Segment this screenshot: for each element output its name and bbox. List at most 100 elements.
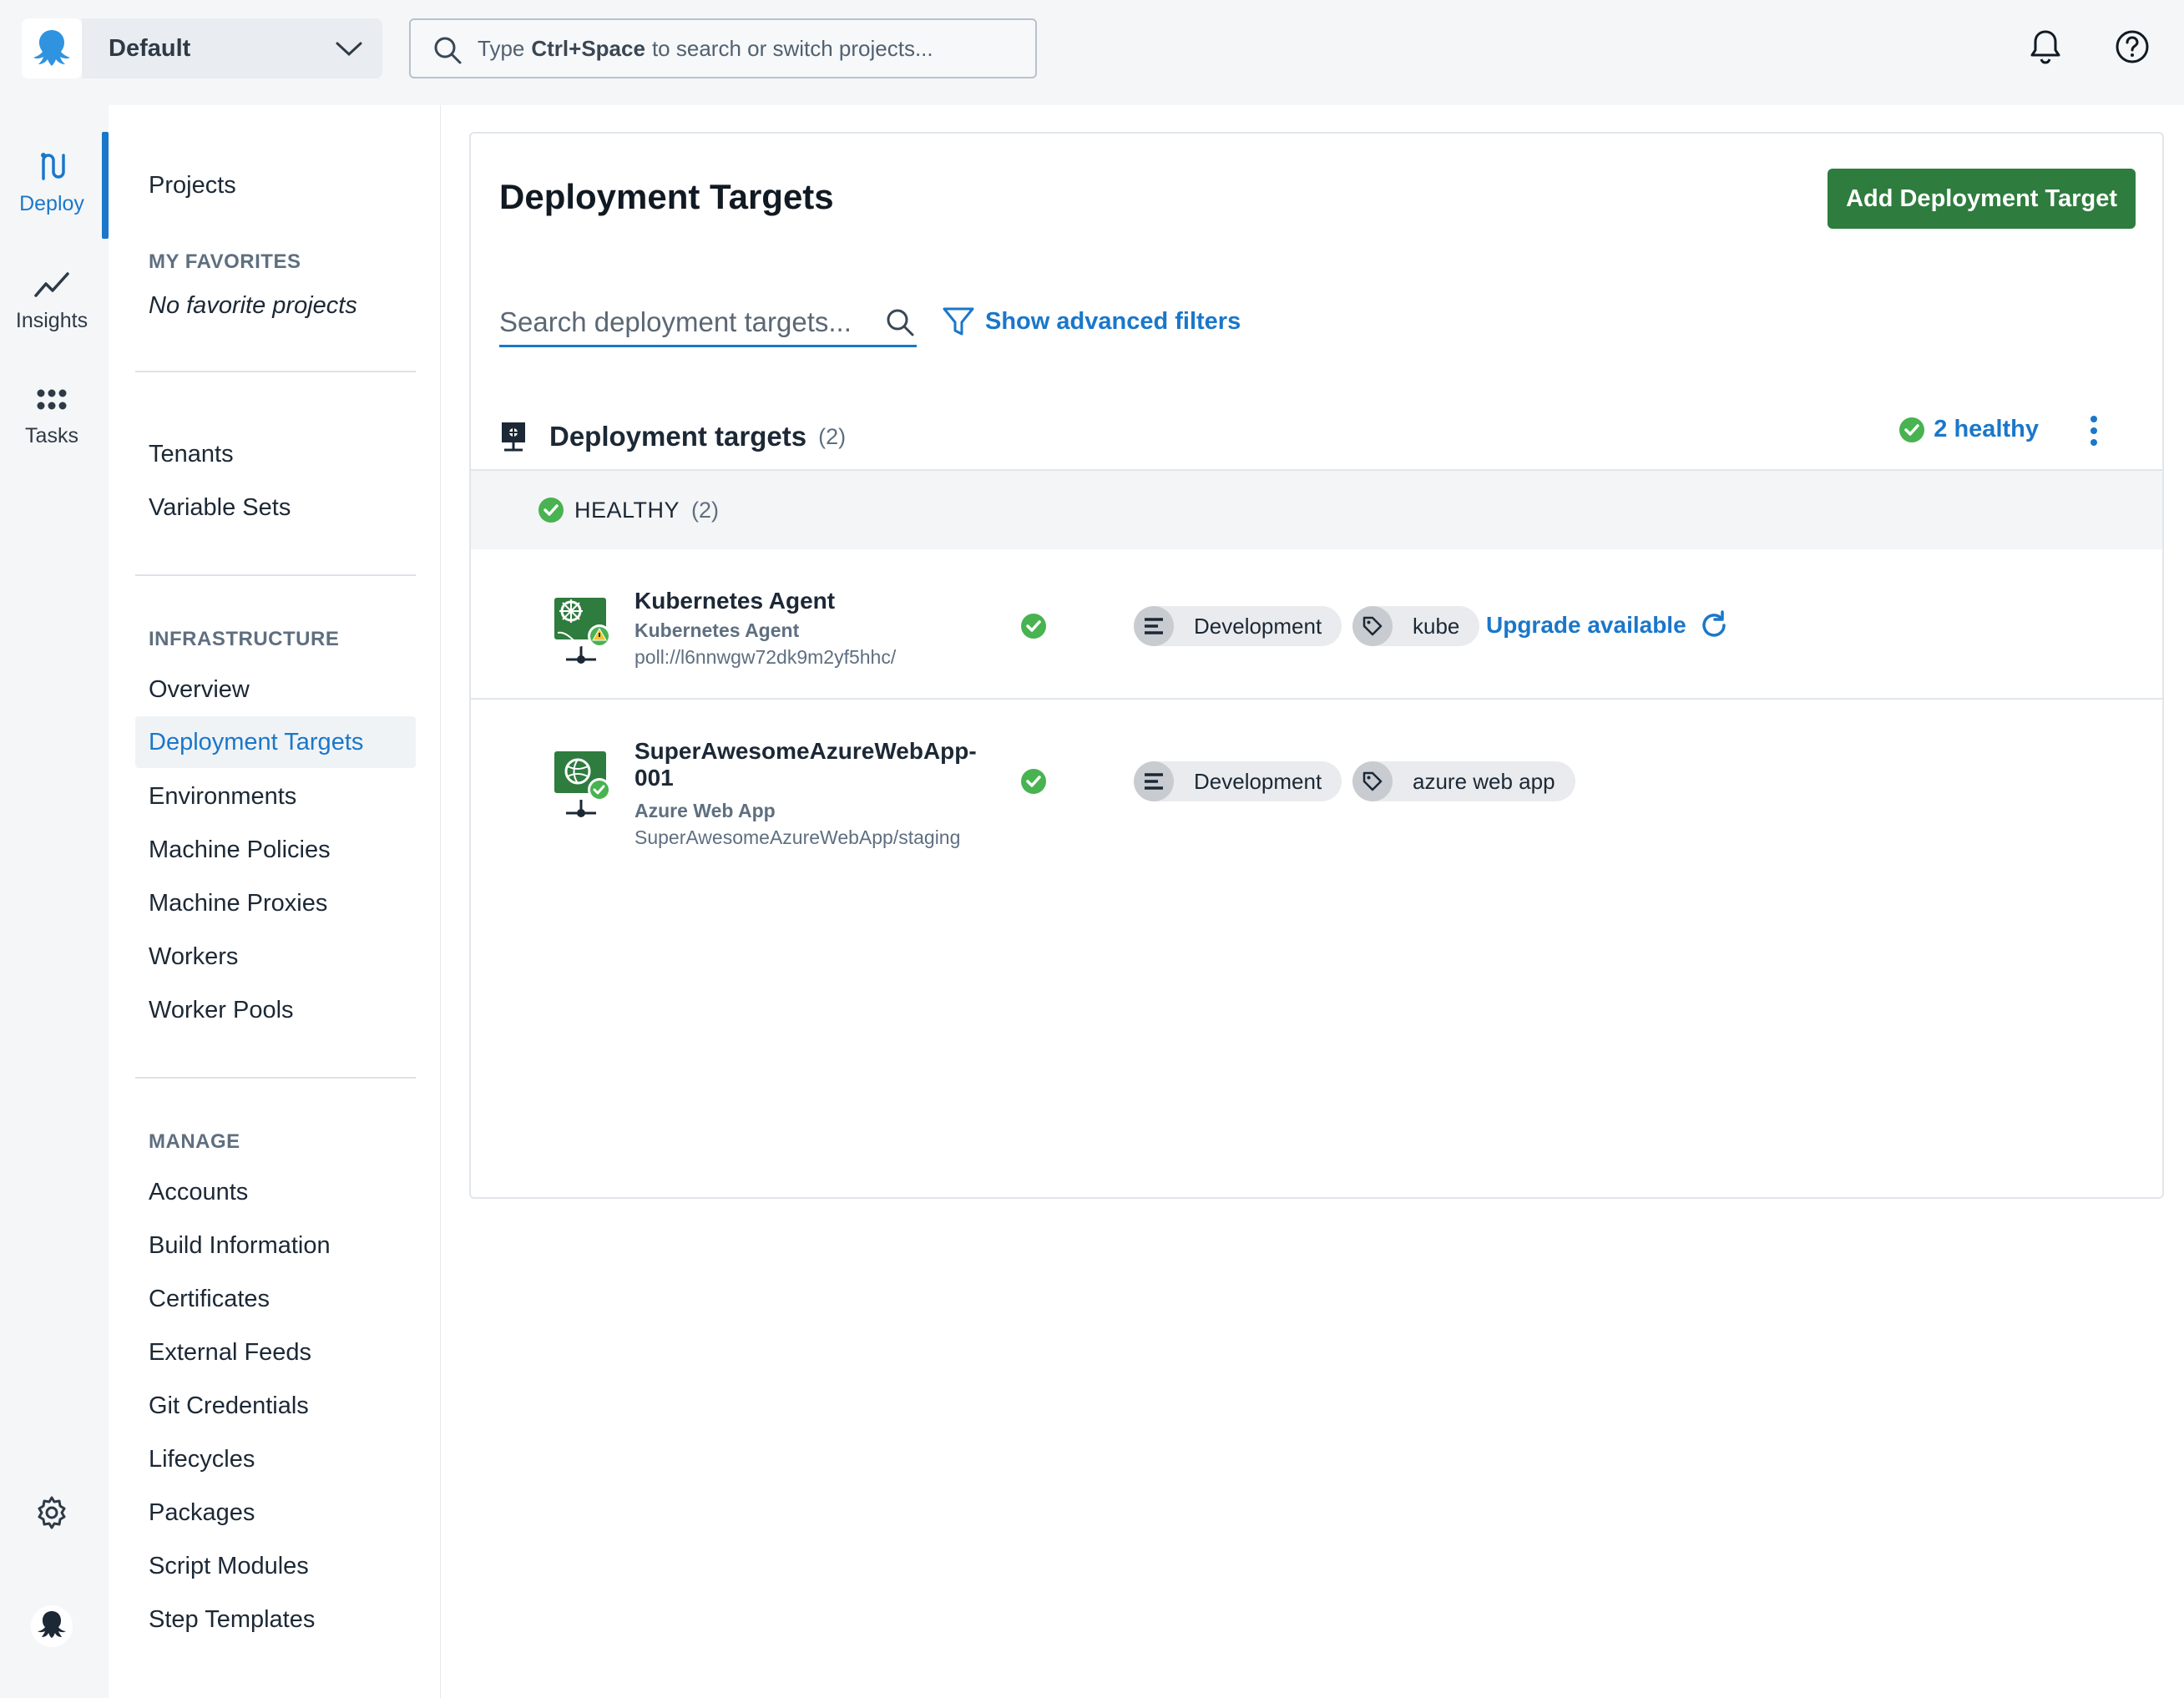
nav-divider — [135, 1077, 416, 1079]
target-search-input[interactable] — [499, 306, 867, 338]
chevron-down-icon — [336, 42, 362, 57]
target-name[interactable]: Kubernetes Agent — [634, 588, 985, 614]
environment-icon — [1134, 606, 1174, 646]
insights-icon — [34, 272, 69, 297]
advanced-filters-link[interactable]: Show advanced filters — [942, 306, 1241, 337]
rail-insights[interactable]: Insights — [0, 267, 104, 333]
nav-external-feeds[interactable]: External Feeds — [149, 1336, 311, 1369]
filter-icon — [943, 307, 974, 336]
rail-active-indicator — [102, 132, 109, 239]
gear-icon — [38, 1496, 66, 1529]
target-name[interactable]: SuperAwesomeAzureWebApp-001 — [634, 738, 985, 791]
target-row-kubernetes-agent[interactable]: Kubernetes Agent Kubernetes Agent poll:/… — [471, 549, 2162, 700]
rail-tasks[interactable]: Tasks — [0, 386, 104, 448]
nav-git-credentials[interactable]: Git Credentials — [149, 1389, 309, 1423]
healthy-check-icon — [538, 498, 564, 523]
tag-icon — [1352, 606, 1393, 646]
side-navigation: Projects MY FAVORITES No favorite projec… — [109, 105, 441, 1698]
nav-deployment-targets[interactable]: Deployment Targets — [135, 716, 416, 768]
healthy-summary-link[interactable]: 2 healthy — [1898, 416, 2039, 443]
nav-projects[interactable]: Projects — [149, 169, 236, 202]
target-row-azure-web-app[interactable]: SuperAwesomeAzureWebApp-001 Azure Web Ap… — [471, 701, 2162, 868]
nav-step-templates[interactable]: Step Templates — [149, 1603, 315, 1636]
nav-packages[interactable]: Packages — [149, 1496, 255, 1529]
settings-button[interactable] — [30, 1491, 73, 1534]
target-uri: SuperAwesomeAzureWebApp/staging — [634, 826, 961, 848]
environment-icon — [1134, 761, 1174, 801]
avatar-icon — [31, 1605, 73, 1647]
search-prefix: Type — [478, 35, 525, 61]
health-group-band: HEALTHY (2) — [471, 469, 2162, 549]
help-icon — [2116, 30, 2149, 63]
favorites-empty: No favorite projects — [149, 292, 357, 319]
help-button[interactable] — [2111, 25, 2154, 68]
search-shortcut: Ctrl+Space — [531, 35, 645, 61]
favorites-heading: MY FAVORITES — [149, 250, 301, 273]
nav-tenants[interactable]: Tenants — [149, 437, 234, 471]
more-options-icon[interactable] — [2087, 414, 2101, 447]
tag-icon — [1352, 761, 1393, 801]
global-search[interactable]: Type Ctrl+Space to search or switch proj… — [409, 18, 1037, 78]
deployment-targets-card: Deployment Targets Add Deployment Target… — [469, 132, 2164, 1199]
rail-deploy[interactable]: Deploy — [0, 149, 104, 216]
health-group-label: HEALTHY — [574, 497, 680, 523]
nav-variable-sets[interactable]: Variable Sets — [149, 491, 291, 524]
top-bar: Default Type Ctrl+Space to search or swi… — [0, 0, 2184, 99]
nav-environments[interactable]: Environments — [149, 780, 296, 813]
space-name: Default — [109, 34, 191, 62]
nav-accounts[interactable]: Accounts — [149, 1175, 248, 1209]
group-count: (2) — [818, 423, 847, 449]
environment-chip[interactable]: Development — [1134, 761, 1342, 801]
environment-chip-label: Development — [1194, 768, 1322, 794]
tag-chip[interactable]: azure web app — [1352, 761, 1575, 801]
advanced-filters-label: Show advanced filters — [985, 307, 1241, 335]
tag-chip-label: kube — [1413, 613, 1460, 639]
upgrade-label: Upgrade available — [1486, 612, 1686, 638]
space-selector[interactable]: Default — [82, 18, 382, 78]
healthy-summary-label: 2 healthy — [1934, 416, 2039, 442]
nav-machine-policies[interactable]: Machine Policies — [149, 833, 331, 867]
bell-icon — [2030, 30, 2060, 64]
tag-chip-label: azure web app — [1413, 768, 1555, 794]
search-suffix: to search or switch projects... — [651, 35, 933, 61]
notifications-button[interactable] — [2024, 25, 2067, 68]
nav-certificates[interactable]: Certificates — [149, 1282, 270, 1316]
target-uri: poll://l6nnwgw72dk9m2yf5hhc/ — [634, 646, 897, 668]
nav-overview[interactable]: Overview — [149, 673, 250, 706]
nav-divider — [135, 574, 416, 576]
target-type: Azure Web App — [634, 800, 776, 821]
nav-workers[interactable]: Workers — [149, 940, 238, 973]
octopus-logo[interactable] — [22, 18, 82, 78]
search-icon[interactable] — [885, 307, 915, 337]
nav-divider — [135, 371, 416, 372]
target-search — [499, 299, 917, 347]
tasks-icon — [37, 389, 67, 410]
health-group-count: (2) — [691, 497, 720, 523]
rail-deploy-label: Deploy — [19, 192, 84, 215]
nav-machine-proxies[interactable]: Machine Proxies — [149, 887, 327, 920]
nav-build-information[interactable]: Build Information — [149, 1229, 331, 1262]
healthy-status-icon — [1021, 769, 1046, 794]
deployment-target-icon — [502, 422, 525, 452]
refresh-icon — [1701, 610, 1726, 637]
infrastructure-heading: INFRASTRUCTURE — [149, 628, 340, 650]
nav-lifecycles[interactable]: Lifecycles — [149, 1443, 255, 1476]
user-avatar[interactable] — [30, 1605, 73, 1648]
group-title: Deployment targets — [549, 421, 807, 452]
environment-chip[interactable]: Development — [1134, 606, 1342, 646]
add-deployment-target-button[interactable]: Add Deployment Target — [1828, 169, 2136, 229]
upgrade-available-link[interactable]: Upgrade available — [1486, 609, 1730, 641]
healthy-status-icon — [1021, 614, 1046, 639]
azure-web-app-target-icon — [554, 751, 611, 817]
nav-script-modules[interactable]: Script Modules — [149, 1549, 309, 1583]
nav-worker-pools[interactable]: Worker Pools — [149, 993, 294, 1027]
page-title: Deployment Targets — [499, 177, 834, 216]
octopus-logo-icon — [33, 30, 70, 66]
healthy-check-icon — [1899, 417, 1925, 442]
rail-tasks-label: Tasks — [25, 424, 78, 447]
rail-insights-label: Insights — [15, 309, 88, 332]
search-icon — [434, 37, 462, 64]
deploy-icon — [41, 153, 65, 180]
tag-chip[interactable]: kube — [1352, 606, 1480, 646]
kubernetes-target-icon — [554, 598, 611, 664]
